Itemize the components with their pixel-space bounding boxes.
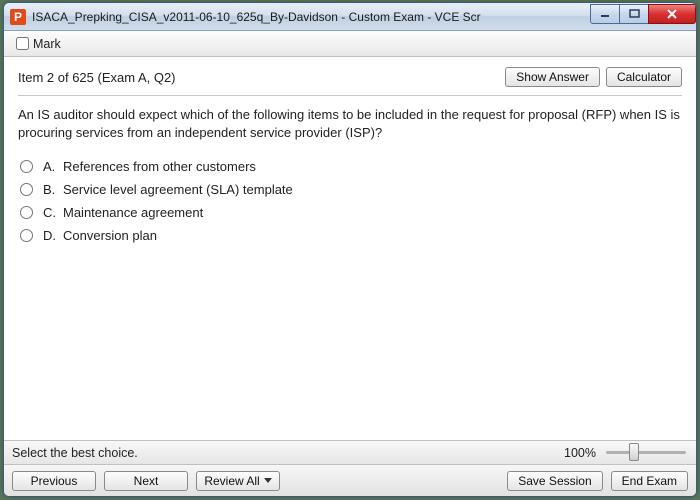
close-icon [666,9,678,19]
footer-right: Save Session End Exam [499,471,688,491]
mark-checkbox[interactable] [16,37,29,50]
end-exam-button[interactable]: End Exam [611,471,688,491]
option-text: Service level agreement (SLA) template [63,182,293,197]
content-area: Item 2 of 625 (Exam A, Q2) Show Answer C… [4,57,696,440]
zoom-percent: 100% [564,446,596,460]
option-c-radio[interactable] [20,206,33,219]
close-button[interactable] [648,4,696,24]
options-group: A. References from other customers B. Se… [18,155,682,247]
option-text: Maintenance agreement [63,205,203,220]
mark-toolbar: Mark [4,31,696,57]
save-session-button[interactable]: Save Session [507,471,602,491]
chevron-down-icon [264,478,272,483]
maximize-icon [629,9,640,18]
minimize-icon [600,10,610,18]
option-a[interactable]: A. References from other customers [18,155,682,178]
option-d[interactable]: D. Conversion plan [18,224,682,247]
next-button[interactable]: Next [104,471,188,491]
window-controls [591,4,696,24]
review-all-label: Review All [204,474,259,488]
show-answer-button[interactable]: Show Answer [505,67,600,87]
window-title: ISACA_Prepking_CISA_v2011-06-10_625q_By-… [32,10,591,24]
status-bar: Select the best choice. 100% [4,440,696,464]
divider [18,95,682,96]
option-letter: C. [43,205,63,220]
option-b-radio[interactable] [20,183,33,196]
titlebar: P ISACA_Prepking_CISA_v2011-06-10_625q_B… [4,3,696,31]
review-all-button[interactable]: Review All [196,471,280,491]
minimize-button[interactable] [590,4,620,24]
calculator-button[interactable]: Calculator [606,67,682,87]
option-text: Conversion plan [63,228,157,243]
option-c[interactable]: C. Maintenance agreement [18,201,682,224]
zoom-slider[interactable] [606,451,686,454]
question-text: An IS auditor should expect which of the… [18,106,682,141]
mark-label: Mark [33,37,61,51]
option-a-radio[interactable] [20,160,33,173]
app-window: P ISACA_Prepking_CISA_v2011-06-10_625q_B… [3,2,697,497]
item-position: Item 2 of 625 (Exam A, Q2) [18,70,499,85]
option-d-radio[interactable] [20,229,33,242]
option-text: References from other customers [63,159,256,174]
previous-button[interactable]: Previous [12,471,96,491]
app-icon: P [10,9,26,25]
status-hint: Select the best choice. [12,446,564,460]
maximize-button[interactable] [619,4,649,24]
footer-bar: Previous Next Review All Save Session En… [4,464,696,496]
option-letter: A. [43,159,63,174]
option-letter: D. [43,228,63,243]
item-header: Item 2 of 625 (Exam A, Q2) Show Answer C… [18,67,682,87]
option-b[interactable]: B. Service level agreement (SLA) templat… [18,178,682,201]
option-letter: B. [43,182,63,197]
